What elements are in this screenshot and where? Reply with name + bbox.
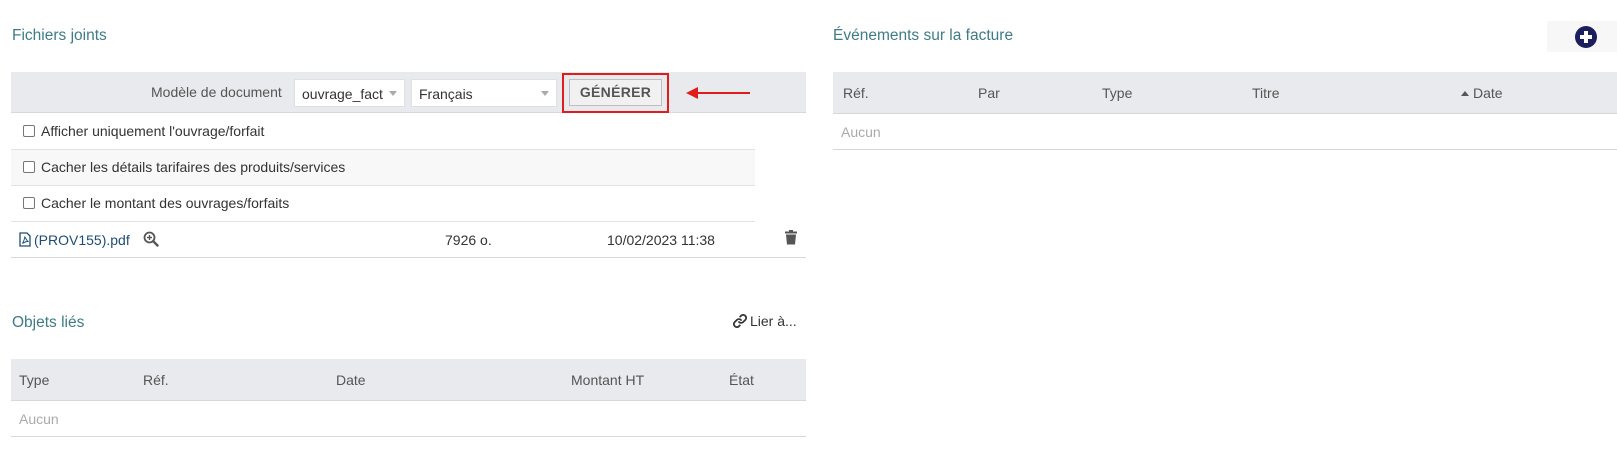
file-size: 7926 o. <box>445 232 492 248</box>
model-select-value: ouvrage_fact <box>302 86 383 102</box>
model-select[interactable]: ouvrage_fact <box>294 79 405 107</box>
option-label: Afficher uniquement l'ouvrage/forfait <box>41 123 265 139</box>
col-ref[interactable]: Réf. <box>143 372 169 388</box>
file-link[interactable]: (PROV155).pdf <box>34 232 130 248</box>
col-date-sorted[interactable]: Date <box>1461 85 1503 101</box>
caret-down-icon <box>541 91 549 96</box>
col-ref[interactable]: Réf. <box>843 85 869 101</box>
events-section-title: Événements sur la facture <box>833 27 1014 44</box>
col-title[interactable]: Titre <box>1252 85 1279 101</box>
sort-up-icon <box>1461 91 1469 96</box>
col-type[interactable]: Type <box>1102 85 1132 101</box>
col-date-label: Date <box>1473 85 1503 101</box>
option-label: Cacher le montant des ouvrages/forfaits <box>41 195 290 211</box>
link-to-label: Lier à... <box>750 313 797 329</box>
linked-table-header: Type Réf. Date Montant HT État <box>11 359 806 401</box>
option-row-hide-pricing[interactable]: Cacher les détails tarifaires des produi… <box>11 150 755 186</box>
files-section-title: Fichiers joints <box>12 27 107 44</box>
checkbox-hide-pricing[interactable] <box>23 161 35 173</box>
file-row: (PROV155).pdf 7926 o. 10/02/2023 11:38 <box>11 222 806 258</box>
events-table-header: Réf. Par Type Titre Date <box>833 72 1617 114</box>
caret-down-icon <box>389 91 397 96</box>
arrow-left-icon <box>686 87 750 99</box>
pdf-icon <box>19 232 31 247</box>
empty-label: Aucun <box>19 411 59 427</box>
generate-button[interactable]: GÉNÉRER <box>569 79 662 106</box>
col-amount[interactable]: Montant HT <box>571 372 644 388</box>
events-empty-row: Aucun <box>833 114 1617 150</box>
link-to-button[interactable]: Lier à... <box>733 313 797 329</box>
col-state[interactable]: État <box>729 372 754 388</box>
trash-icon[interactable] <box>785 230 797 245</box>
option-row-only-work[interactable]: Afficher uniquement l'ouvrage/forfait <box>11 114 755 150</box>
language-select-value: Français <box>419 86 473 102</box>
linked-section-title: Objets liés <box>12 314 85 331</box>
option-row-hide-amount[interactable]: Cacher le montant des ouvrages/forfaits <box>11 186 755 222</box>
empty-label: Aucun <box>841 124 881 140</box>
plus-circle-icon[interactable] <box>1574 25 1598 49</box>
model-label: Modèle de document <box>151 84 282 100</box>
linked-empty-row: Aucun <box>11 401 806 437</box>
col-date[interactable]: Date <box>336 372 366 388</box>
file-date: 10/02/2023 11:38 <box>607 232 715 248</box>
col-by[interactable]: Par <box>978 85 1000 101</box>
col-type[interactable]: Type <box>19 372 49 388</box>
zoom-icon[interactable] <box>143 231 159 247</box>
language-select[interactable]: Français <box>411 79 557 107</box>
checkbox-hide-amount[interactable] <box>23 197 35 209</box>
option-label: Cacher les détails tarifaires des produi… <box>41 159 346 175</box>
link-icon <box>733 314 747 328</box>
checkbox-only-work[interactable] <box>23 125 35 137</box>
